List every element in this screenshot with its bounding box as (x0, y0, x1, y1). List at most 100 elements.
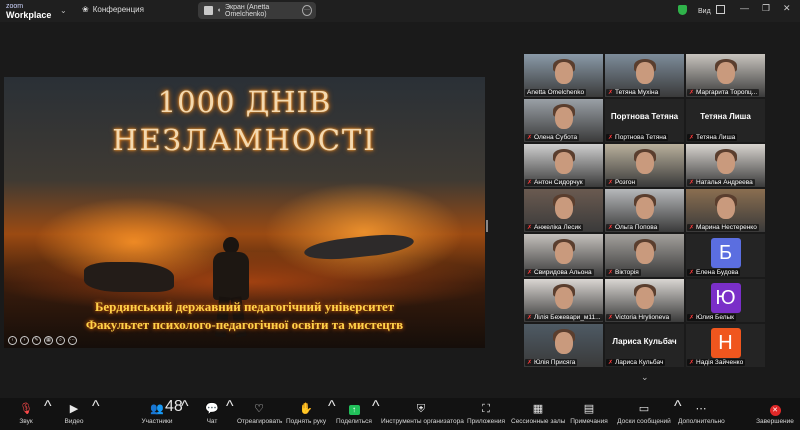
participant-tile[interactable]: Anetta Omelchenko (524, 54, 603, 97)
participant-name-label: ✗ Марина Нестеренко (687, 224, 759, 231)
chevron-down-icon[interactable]: ⌄ (60, 6, 67, 15)
chat-icon: 💬 (205, 403, 219, 415)
participant-display-name: Портнова Тетяна (610, 112, 679, 121)
participant-name: Марина Нестеренко (696, 224, 757, 231)
participant-face-shape (554, 287, 573, 309)
grid-view-icon[interactable]: ▦ (44, 336, 53, 345)
shield-icon: ⛨ (416, 403, 426, 415)
participant-face-shape (635, 287, 654, 309)
logo-line-2: Workplace (6, 10, 52, 20)
gallery-scroll-down-icon[interactable]: ⌄ (641, 372, 649, 383)
reactions-options-chevron-icon[interactable]: ^ (328, 398, 336, 430)
mute-button[interactable]: 🎙 Звук (10, 398, 42, 430)
raise-hand-button[interactable]: ✋ Поднять руку (286, 398, 326, 430)
paw-icon: ❀ (82, 5, 89, 14)
participant-tile[interactable]: ✗ Victoria Hrylіoneva (605, 279, 684, 322)
heart-icon: ♡ (254, 403, 264, 415)
participant-name-label: ✗ Портнова Тетяна (606, 134, 669, 141)
restore-icon[interactable]: ❐ (762, 3, 770, 14)
participant-tile[interactable]: Б ✗ Елена Будова (686, 234, 765, 277)
panel-resize-handle[interactable] (486, 220, 488, 232)
mic-muted-icon: ✗ (608, 135, 614, 141)
meeting-title: Конференция (92, 5, 144, 14)
breakout-label: Сессионные залы (511, 418, 566, 425)
next-slide-icon[interactable]: › (20, 336, 29, 345)
participant-tile[interactable]: ✗ Розгон (605, 144, 684, 187)
slide-controls: ‹ › ✎ ▦ ⌕ ⋯ (8, 336, 77, 345)
mic-muted-icon: ✗ (527, 180, 533, 186)
chat-button[interactable]: 💬 Чат (198, 398, 226, 430)
participant-tile[interactable]: Тетяна Лиша ✗ Тетяна Лиша (686, 99, 765, 142)
participant-tile[interactable]: ✗ Тетяна Мухіна (605, 54, 684, 97)
fire-glow-right (264, 182, 464, 282)
screen-share-pill[interactable]: ◖ Экран (Anetta Omelchenko) ··· (198, 2, 316, 19)
close-icon[interactable]: ✕ (783, 3, 791, 14)
participant-name: Victoria Hrylіoneva (615, 314, 670, 321)
participant-face-shape (716, 152, 735, 174)
participant-tile[interactable]: Н ✗ Надія Зайченко (686, 324, 765, 367)
shield-icon[interactable] (678, 5, 687, 15)
more-button[interactable]: ⋯ Дополнительно (678, 398, 725, 430)
wreckage-shape (84, 262, 174, 292)
top-bar: zoom Workplace ⌄ ❀ Конференция ◖ Экран (… (0, 0, 800, 22)
participant-name-label: ✗ Елена Будова (687, 269, 741, 276)
view-button[interactable]: Вид (698, 5, 725, 15)
participant-tile[interactable]: ✗ Наталья Андреева (686, 144, 765, 187)
whiteboards-button[interactable]: ▭ Доски сообщений (616, 398, 672, 430)
screen-thumbnail-icon (204, 6, 213, 15)
participant-tile[interactable]: ✗ Маргарита Торопц... (686, 54, 765, 97)
react-button[interactable]: ♡ Отреагировать (237, 398, 282, 430)
participant-name-label: ✗ Вікторія (606, 269, 641, 276)
share-options-chevron-icon[interactable]: ^ (372, 398, 380, 430)
participant-face-shape (635, 197, 654, 219)
share-screen-button[interactable]: ↑ Поделиться (336, 398, 372, 430)
participant-name-label: ✗ Лілія Бежевари_м11... (525, 314, 603, 321)
slide-more-icon[interactable]: ⋯ (68, 336, 77, 345)
apps-label: Приложения (466, 418, 506, 425)
meeting-info[interactable]: ❀ Конференция (82, 5, 144, 14)
shared-screen[interactable]: 1000 ДНІВ НЕЗЛАМНОСТІ Бердянський держав… (4, 77, 485, 348)
participants-options-chevron-icon[interactable]: ^ (181, 398, 189, 430)
participant-name: Anetta Omelchenko (527, 89, 585, 96)
participant-tile[interactable]: ✗ Марина Нестеренко (686, 189, 765, 232)
notes-label: Примечания (570, 418, 608, 425)
video-options-chevron-icon[interactable]: ^ (92, 398, 100, 430)
audio-options-chevron-icon[interactable]: ^ (44, 398, 52, 430)
mic-muted-icon: ✗ (527, 270, 533, 276)
participant-tile[interactable]: ✗ Юлія Присяга (524, 324, 603, 367)
participant-tile[interactable]: Лариса Кульбач ✗ Лариса Кульбач (605, 324, 684, 367)
mic-muted-icon: ✗ (689, 180, 695, 186)
participant-name: Антон Сидорчук (534, 179, 583, 186)
participant-name-label: ✗ Тетяна Лиша (687, 134, 738, 141)
participant-tile[interactable]: ✗ Анжеліка Лесик (524, 189, 603, 232)
notes-button[interactable]: ▤ Примечания (570, 398, 608, 430)
participant-tile[interactable]: ✗ Ольга Попова (605, 189, 684, 232)
end-meeting-button[interactable]: ✕ Завершение (754, 398, 796, 430)
participant-tile[interactable]: Портнова Тетяна ✗ Портнова Тетяна (605, 99, 684, 142)
more-icon[interactable]: ··· (302, 5, 312, 16)
breakout-rooms-button[interactable]: ▦ Сессионные залы (511, 398, 565, 430)
participant-tile[interactable]: ✗ Свиридова Альона (524, 234, 603, 277)
participant-tile[interactable]: Ю ✗ Юлия Белык (686, 279, 765, 322)
participant-name: Лариса Кульбач (615, 359, 664, 366)
apps-button[interactable]: ⛶ Приложения (466, 398, 506, 430)
participant-name-label: ✗ Наталья Андреева (687, 179, 755, 186)
participant-name: Наталья Андреева (696, 179, 753, 186)
participant-tile[interactable]: ✗ Лілія Бежевари_м11... (524, 279, 603, 322)
participant-name-label: ✗ Антон Сидорчук (525, 179, 585, 186)
video-button[interactable]: ▶ Видео (58, 398, 90, 430)
mic-muted-icon: ✗ (527, 315, 533, 321)
chat-options-chevron-icon[interactable]: ^ (226, 398, 234, 430)
soldier-body (213, 252, 249, 300)
share-screen-icon: ↑ (336, 403, 372, 415)
zoom-icon[interactable]: ⌕ (56, 336, 65, 345)
host-tools-button[interactable]: ⛨ Инструменты организатора (381, 398, 464, 430)
participant-name-label: ✗ Ольга Попова (606, 224, 660, 231)
mic-muted-icon: ✗ (608, 180, 614, 186)
participant-tile[interactable]: ✗ Вікторія (605, 234, 684, 277)
participant-tile[interactable]: ✗ Олена Субота (524, 99, 603, 142)
pen-icon[interactable]: ✎ (32, 336, 41, 345)
minimize-icon[interactable]: — (740, 3, 749, 13)
prev-slide-icon[interactable]: ‹ (8, 336, 17, 345)
participant-tile[interactable]: ✗ Антон Сидорчук (524, 144, 603, 187)
